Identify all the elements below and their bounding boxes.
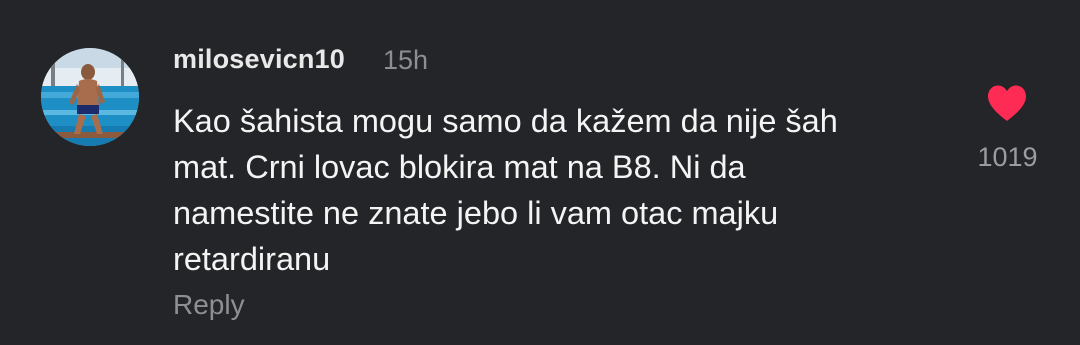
comment-text-line: Kao šahista mogu samo da kažem da nije š… (173, 103, 838, 139)
comment-text-line: namestite ne znate jebo li vam otac majk… (173, 195, 779, 231)
avatar[interactable] (41, 48, 139, 146)
heart-icon[interactable] (986, 84, 1028, 122)
like-count: 1019 (977, 142, 1038, 172)
username[interactable]: milosevicn10 (173, 44, 345, 75)
comment-item: milosevicn10 15h Kao šahista mogu samo d… (0, 0, 1080, 345)
comment-text: Kao šahista mogu samo da kažem da nije š… (173, 98, 943, 282)
comment-text-line: retardiranu (173, 241, 331, 277)
timestamp: 15h (383, 45, 429, 75)
avatar-photo (41, 48, 139, 146)
comment-text-line: mat. Crni lovac blokira mat na B8. Ni da (173, 149, 746, 185)
reply-button[interactable]: Reply (173, 289, 245, 321)
like-button[interactable]: 1019 (965, 82, 1050, 182)
